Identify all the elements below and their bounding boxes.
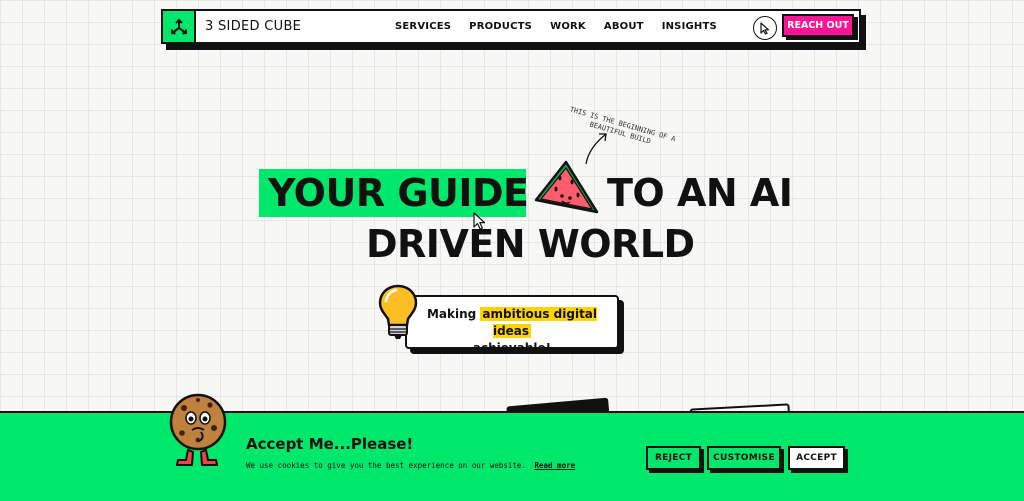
nav-about[interactable]: ABOUT [604, 21, 644, 32]
cookie-banner: Accept Me...Please! We use cookies to gi… [0, 411, 1024, 501]
cursor-toggle-button[interactable] [753, 16, 777, 40]
headline-part-1: YOUR GUIDE [268, 171, 529, 215]
accept-button[interactable]: ACCEPT [788, 446, 845, 470]
cookie-mascot-icon [169, 393, 227, 466]
mouse-pointer-icon [473, 212, 486, 230]
customise-button[interactable]: CUSTOMISE [707, 446, 781, 470]
tagline-suffix: achievable! [472, 341, 552, 355]
top-nav: 3 SIDED CUBE SERVICES PRODUCTS WORK ABOU… [161, 9, 861, 44]
watermelon-icon [534, 160, 599, 214]
brand-name[interactable]: 3 SIDED CUBE [205, 19, 301, 34]
nav-products[interactable]: PRODUCTS [469, 21, 532, 32]
cursor-icon [760, 21, 770, 35]
reject-button[interactable]: REJECT [646, 446, 701, 470]
logo-icon[interactable] [161, 9, 196, 44]
reach-out-button[interactable]: REACH OUT [782, 14, 854, 37]
nav-insights[interactable]: INSIGHTS [662, 21, 717, 32]
tagline-prefix: Making [426, 307, 477, 321]
headline-line-2: DRIVEN WORLD [366, 222, 695, 266]
headline-part-2: TO AN AI [607, 171, 793, 215]
main-menu: SERVICES PRODUCTS WORK ABOUT INSIGHTS [395, 11, 717, 42]
lightbulb-icon [378, 284, 418, 339]
tagline-card: Making ambitious digital ideas achievabl… [405, 295, 619, 355]
nav-work[interactable]: WORK [550, 21, 586, 32]
read-more-link[interactable]: Read more [534, 461, 575, 470]
tagline-highlight: ambitious digital ideas [480, 307, 598, 338]
hero-annotation: THIS IS THE BEGINNING OF A BEAUTIFUL BUI… [568, 105, 677, 146]
cookie-title: Accept Me...Please! [246, 435, 414, 453]
cookie-message: We use cookies to give you the best expe… [246, 461, 526, 470]
cookie-text: We use cookies to give you the best expe… [246, 461, 575, 470]
nav-services[interactable]: SERVICES [395, 21, 451, 32]
